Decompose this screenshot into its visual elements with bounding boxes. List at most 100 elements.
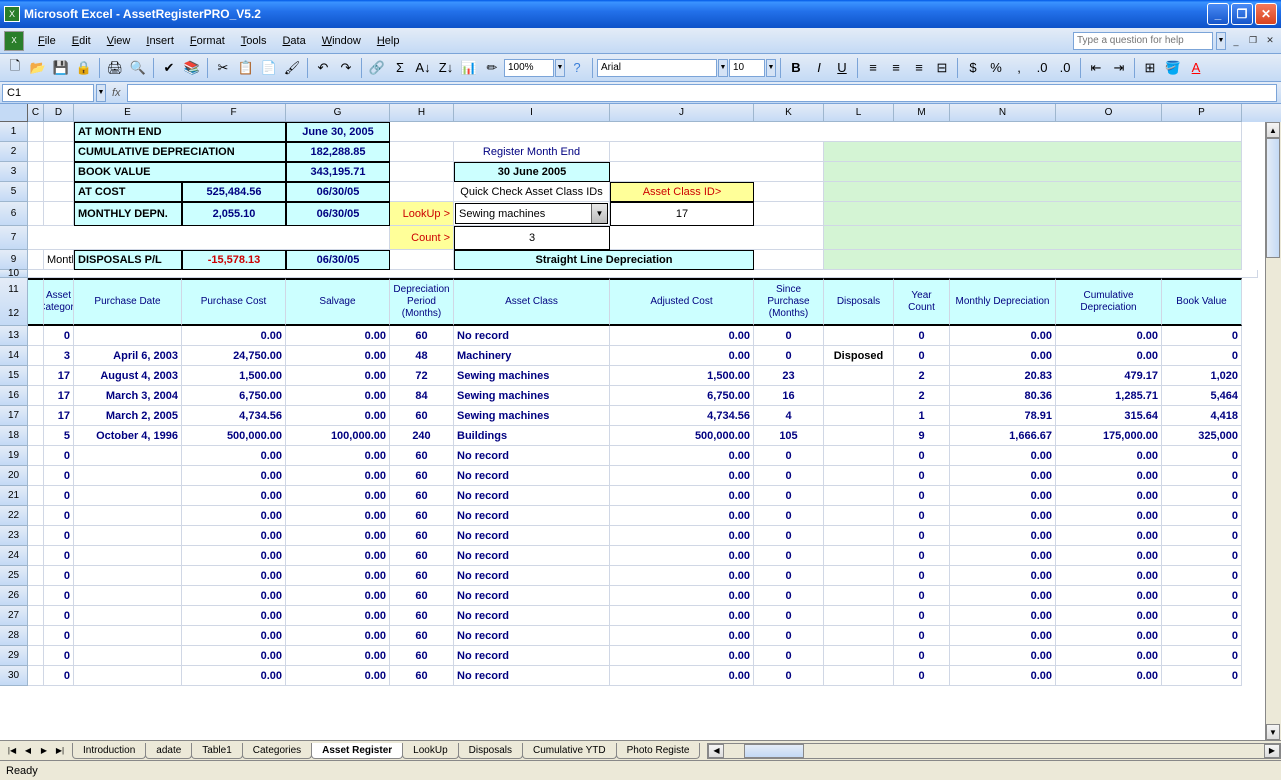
col-header-P[interactable]: P	[1162, 104, 1242, 122]
cell[interactable]	[28, 162, 44, 182]
cell[interactable]	[44, 142, 74, 162]
cell-cost[interactable]: 0.00	[182, 546, 286, 566]
cell-disposals[interactable]	[824, 386, 894, 406]
redo-button[interactable]: ↷	[335, 57, 357, 79]
row-header-19[interactable]: 19	[0, 446, 28, 466]
class-id-header[interactable]: Asset Class ID>	[610, 182, 754, 202]
cell-mdep[interactable]: 0.00	[950, 466, 1056, 486]
count-label[interactable]: Count >	[390, 226, 454, 250]
cell[interactable]	[390, 250, 454, 270]
cell-disposals[interactable]	[824, 586, 894, 606]
name-dropdown-icon[interactable]: ▼	[96, 84, 106, 102]
cell-since[interactable]: 0	[754, 486, 824, 506]
cell-since[interactable]: 0	[754, 666, 824, 686]
cell-adj[interactable]: 0.00	[610, 626, 754, 646]
row-header-6[interactable]: 6	[0, 202, 28, 226]
menu-edit[interactable]: Edit	[64, 32, 99, 50]
cell-category[interactable]: 0	[44, 566, 74, 586]
autosum-button[interactable]: Σ	[389, 57, 411, 79]
cell-cdep[interactable]: 0.00	[1056, 446, 1162, 466]
cell-cdep[interactable]: 0.00	[1056, 526, 1162, 546]
count-val[interactable]: 3	[454, 226, 610, 250]
cell[interactable]	[28, 666, 44, 686]
open-button[interactable]: 📂	[27, 57, 49, 79]
cell-since[interactable]: 0	[754, 646, 824, 666]
cell-salvage[interactable]: 0.00	[286, 406, 390, 426]
register-title[interactable]: Register Month End	[454, 142, 610, 162]
cell-adj[interactable]: 0.00	[610, 526, 754, 546]
cell-since[interactable]: 0	[754, 326, 824, 346]
col-header-E[interactable]: E	[74, 104, 182, 122]
cell-category[interactable]: 0	[44, 546, 74, 566]
row-header-26[interactable]: 26	[0, 586, 28, 606]
val-month-end[interactable]: June 30, 2005	[286, 122, 390, 142]
row-header-25[interactable]: 25	[0, 566, 28, 586]
cell-salvage[interactable]: 0.00	[286, 586, 390, 606]
cell-date[interactable]	[74, 646, 182, 666]
cell-bv[interactable]: 0	[1162, 626, 1242, 646]
quick-check-label[interactable]: Quick Check Asset Class IDs	[454, 182, 610, 202]
zoom-dropdown-icon[interactable]: ▼	[555, 59, 565, 77]
cell-category[interactable]: 0	[44, 606, 74, 626]
sheet-tab-table1[interactable]: Table1	[191, 743, 242, 759]
cell-cost[interactable]: 24,750.00	[182, 346, 286, 366]
cell-period[interactable]: 60	[390, 526, 454, 546]
row-header-23[interactable]: 23	[0, 526, 28, 546]
cell-cdep[interactable]: 0.00	[1056, 346, 1162, 366]
row-header-5[interactable]: 5	[0, 182, 28, 202]
cell-year[interactable]: 2	[894, 366, 950, 386]
cell-salvage[interactable]: 0.00	[286, 326, 390, 346]
cell-salvage[interactable]: 0.00	[286, 506, 390, 526]
cell-bv[interactable]: 5,464	[1162, 386, 1242, 406]
lookup-label[interactable]: LookUp >	[390, 202, 454, 226]
cell[interactable]	[44, 202, 74, 226]
cell[interactable]	[28, 586, 44, 606]
cell-salvage[interactable]: 0.00	[286, 606, 390, 626]
cell-since[interactable]: 0	[754, 546, 824, 566]
row-header-9[interactable]: 9	[0, 250, 28, 270]
cell-cdep[interactable]: 175,000.00	[1056, 426, 1162, 446]
cell-period[interactable]: 60	[390, 646, 454, 666]
cell-class[interactable]: No record	[454, 506, 610, 526]
comma-button[interactable]: ,	[1008, 57, 1030, 79]
cell-adj[interactable]: 0.00	[610, 606, 754, 626]
sheet-tab-lookup[interactable]: LookUp	[402, 743, 458, 759]
sort-desc-button[interactable]: Z↓	[435, 57, 457, 79]
cell-since[interactable]: 105	[754, 426, 824, 446]
cell-salvage[interactable]: 0.00	[286, 386, 390, 406]
cell-cdep[interactable]: 0.00	[1056, 326, 1162, 346]
cell-mdep[interactable]: 0.00	[950, 666, 1056, 686]
cell-salvage[interactable]: 0.00	[286, 546, 390, 566]
cell-salvage[interactable]: 0.00	[286, 666, 390, 686]
cell-class[interactable]: Sewing machines	[454, 386, 610, 406]
cell-cost[interactable]: 0.00	[182, 606, 286, 626]
cell-class[interactable]: No record	[454, 326, 610, 346]
borders-button[interactable]: ⊞	[1139, 57, 1161, 79]
undo-button[interactable]: ↶	[312, 57, 334, 79]
pale[interactable]	[824, 182, 1242, 202]
select-all-corner[interactable]	[0, 104, 28, 122]
cell-period[interactable]: 60	[390, 486, 454, 506]
cell-date[interactable]	[74, 506, 182, 526]
maximize-button[interactable]: ❐	[1231, 3, 1253, 25]
cell-cost[interactable]: 0.00	[182, 646, 286, 666]
pale[interactable]	[824, 162, 1242, 182]
row-header-29[interactable]: 29	[0, 646, 28, 666]
cell-since[interactable]: 0	[754, 466, 824, 486]
cell-disposals[interactable]	[824, 546, 894, 566]
cell-disposals[interactable]	[824, 666, 894, 686]
research-button[interactable]: 📚	[181, 57, 203, 79]
cell-since[interactable]: 23	[754, 366, 824, 386]
cell-bv[interactable]: 1,020	[1162, 366, 1242, 386]
row-header-1[interactable]: 1	[0, 122, 28, 142]
vscroll-thumb[interactable]	[1266, 138, 1280, 258]
cell-year[interactable]: 0	[894, 606, 950, 626]
cell-period[interactable]: 84	[390, 386, 454, 406]
cell-bv[interactable]: 0	[1162, 326, 1242, 346]
cell[interactable]	[610, 226, 824, 250]
cell[interactable]	[28, 506, 44, 526]
cell[interactable]	[28, 142, 44, 162]
cell-date[interactable]	[74, 446, 182, 466]
row-header-21[interactable]: 21	[0, 486, 28, 506]
cell-bv[interactable]: 325,000	[1162, 426, 1242, 446]
